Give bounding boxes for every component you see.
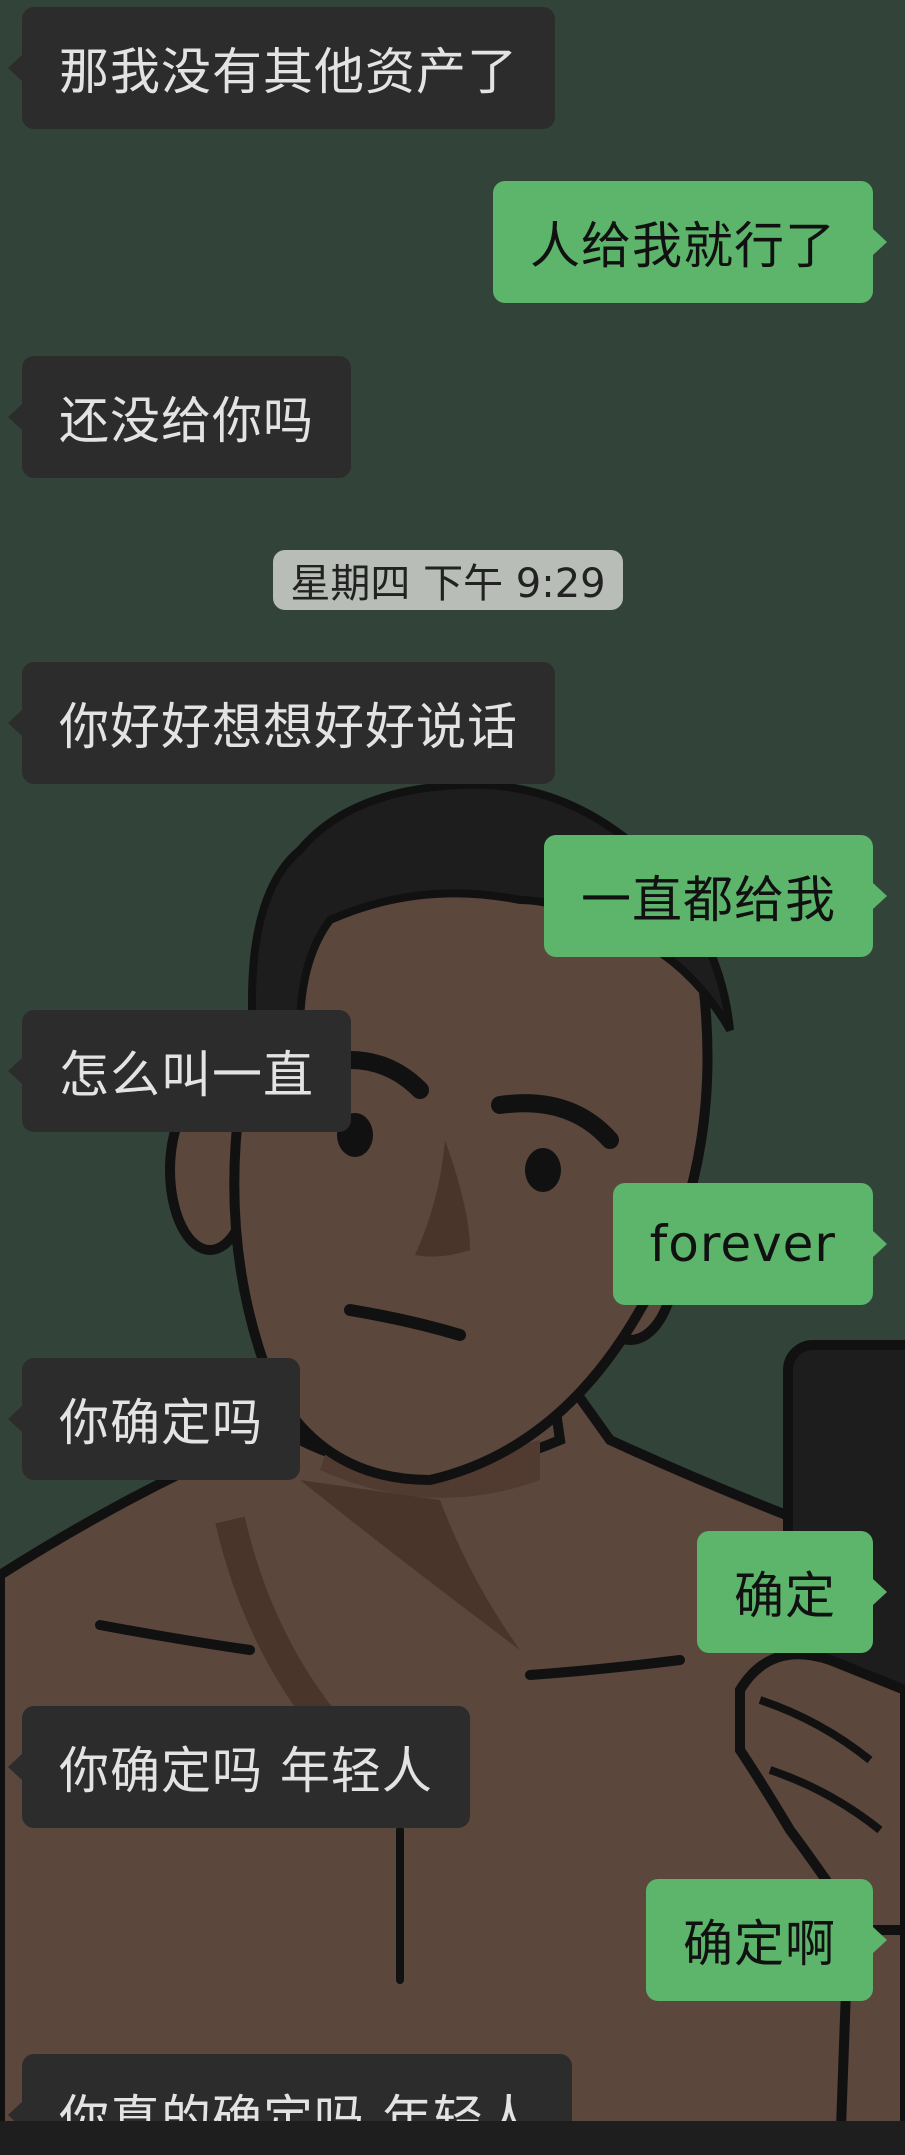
bottom-bar <box>0 2121 905 2155</box>
outgoing-message[interactable]: 确定啊 <box>646 1879 873 2001</box>
outgoing-message[interactable]: 人给我就行了 <box>493 181 873 303</box>
message-text: 你确定吗 <box>59 1394 263 1452</box>
message-text: 确定啊 <box>683 1915 836 1973</box>
message-text: 你真的确定吗 年轻人 <box>59 2090 535 2121</box>
incoming-message[interactable]: 你确定吗 年轻人 <box>22 1706 470 1828</box>
message-text: forever <box>649 1215 836 1273</box>
incoming-message[interactable]: 怎么叫一直 <box>22 1010 351 1132</box>
incoming-message[interactable]: 那我没有其他资产了 <box>22 7 555 129</box>
message-text: 一直都给我 <box>581 871 836 929</box>
message-text: 怎么叫一直 <box>59 1046 314 1104</box>
chat-timestamp: 星期四 下午 9:29 <box>273 550 623 610</box>
incoming-message[interactable]: 还没给你吗 <box>22 356 351 478</box>
chat-thread: 那我没有其他资产了 人给我就行了 还没给你吗 星期四 下午 9:29 你好好想想… <box>0 0 905 2121</box>
message-text: 确定 <box>734 1567 836 1625</box>
message-text: 那我没有其他资产了 <box>59 43 518 101</box>
outgoing-message[interactable]: 一直都给我 <box>544 835 873 957</box>
incoming-message[interactable]: 你确定吗 <box>22 1358 300 1480</box>
outgoing-message[interactable]: forever <box>612 1183 873 1305</box>
incoming-message[interactable]: 你真的确定吗 年轻人 <box>22 2054 572 2121</box>
incoming-message[interactable]: 你好好想想好好说话 <box>22 662 555 784</box>
message-text: 还没给你吗 <box>59 392 314 450</box>
outgoing-message[interactable]: 确定 <box>697 1531 873 1653</box>
message-text: 人给我就行了 <box>530 217 836 275</box>
message-text: 你确定吗 年轻人 <box>59 1742 433 1800</box>
message-text: 你好好想想好好说话 <box>59 698 518 756</box>
chat-message-area[interactable]: 那我没有其他资产了 人给我就行了 还没给你吗 星期四 下午 9:29 你好好想想… <box>0 0 905 2121</box>
